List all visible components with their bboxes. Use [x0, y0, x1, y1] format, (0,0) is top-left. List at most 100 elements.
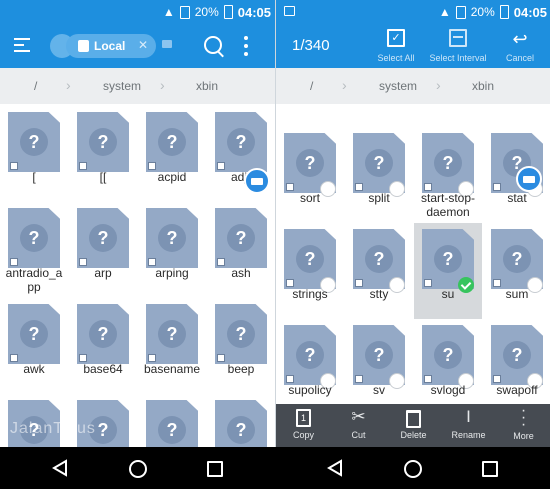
- file-item[interactable]: ? awk: [0, 298, 68, 394]
- breadcrumb-system[interactable]: system: [103, 79, 141, 93]
- clock: 04:05: [513, 4, 547, 20]
- clock: 04:05: [237, 4, 271, 20]
- file-name: stat: [507, 191, 527, 205]
- file-item[interactable]: ? arp: [69, 202, 137, 298]
- more-button[interactable]: · · · More: [496, 403, 550, 442]
- unknown-file-icon: ?: [8, 208, 60, 268]
- battery-icon: [499, 5, 509, 19]
- file-item[interactable]: ? basename: [138, 298, 206, 394]
- keyboard-overlay-icon[interactable]: [244, 168, 270, 194]
- unknown-file-icon: ?: [77, 208, 129, 268]
- file-item[interactable]: ?: [138, 394, 206, 447]
- right-pane: ▲ 20% 04:05 1/340 ✓ Select All Select In…: [275, 0, 550, 447]
- file-name: arp: [94, 266, 112, 280]
- file-item-selected[interactable]: ? su: [414, 223, 482, 319]
- text-cursor-icon: I: [466, 407, 471, 426]
- unknown-file-icon: ?: [146, 304, 198, 364]
- file-item[interactable]: ? swapoff: [483, 319, 550, 415]
- file-item[interactable]: ? svlogd: [414, 319, 482, 415]
- cancel-button[interactable]: ↩ Cancel: [485, 26, 550, 63]
- file-name: awk: [23, 362, 45, 376]
- wifi-icon: ▲: [438, 5, 451, 19]
- file-item[interactable]: ? sort: [276, 127, 344, 223]
- recent-apps-icon[interactable]: [207, 461, 223, 477]
- selection-count: 1/340: [292, 37, 330, 54]
- file-name: stty: [369, 287, 389, 301]
- unknown-file-icon: ?: [77, 112, 129, 172]
- search-icon[interactable]: [204, 36, 222, 54]
- unknown-file-icon: ?: [8, 304, 60, 364]
- watermark: JalanTikus: [10, 420, 96, 437]
- file-name: start-stop- daemon: [414, 191, 482, 219]
- file-item[interactable]: ? split: [345, 127, 413, 223]
- home-icon[interactable]: [129, 460, 147, 478]
- home-icon[interactable]: [404, 460, 422, 478]
- gallery-notification-icon: [284, 6, 295, 16]
- sim-icon: [179, 5, 190, 19]
- unknown-file-icon: ?: [146, 208, 198, 268]
- file-item[interactable]: ? antradio_a pp: [0, 202, 68, 298]
- file-item[interactable]: ? beep: [207, 298, 275, 394]
- app-bar: Local ✕: [0, 24, 275, 68]
- file-item[interactable]: ? [: [0, 106, 68, 202]
- file-item[interactable]: ? arping: [138, 202, 206, 298]
- file-name: beep: [227, 362, 255, 376]
- battery-percent: 20%: [470, 5, 495, 19]
- system-nav-bar: [0, 447, 550, 489]
- bottom-action-bar: 1 Copy ✂ Cut Delete I Rename · · · More: [276, 403, 550, 447]
- file-item[interactable]: ? start-stop- daemon: [414, 127, 482, 223]
- file-name: svlogd: [430, 383, 466, 397]
- file-item[interactable]: ? base64: [69, 298, 137, 394]
- cut-label: Cut: [351, 430, 366, 440]
- breadcrumb-xbin[interactable]: xbin: [472, 79, 494, 93]
- close-tab-icon[interactable]: ✕: [138, 38, 148, 52]
- file-name: split: [368, 191, 390, 205]
- unknown-file-icon: ?: [215, 112, 267, 172]
- file-name: [: [32, 170, 36, 184]
- chevron-right-icon: ›: [160, 77, 165, 93]
- unknown-file-icon: ?: [215, 400, 267, 447]
- file-name: antradio_a pp: [0, 266, 68, 294]
- breadcrumb-root[interactable]: /: [310, 79, 313, 93]
- file-name-line: pp: [27, 280, 41, 294]
- file-item[interactable]: ? [[: [69, 106, 137, 202]
- file-item[interactable]: ? strings: [276, 223, 344, 319]
- file-name: [[: [99, 170, 107, 184]
- file-item[interactable]: ? sv: [345, 319, 413, 415]
- recent-apps-icon[interactable]: [482, 461, 498, 477]
- more-options-icon[interactable]: [244, 36, 248, 56]
- cut-button[interactable]: ✂ Cut: [331, 406, 386, 440]
- copy-button[interactable]: 1 Copy: [276, 406, 331, 440]
- file-item[interactable]: ?: [207, 394, 275, 447]
- menu-icon[interactable]: [14, 38, 34, 54]
- scissors-icon: ✂: [351, 407, 366, 426]
- tab-local[interactable]: Local ✕: [66, 34, 156, 58]
- select-all-label: Select All: [377, 53, 415, 63]
- file-item[interactable]: ? acpid: [138, 106, 206, 202]
- file-item[interactable]: ? stty: [345, 223, 413, 319]
- file-item[interactable]: ? ash: [207, 202, 275, 298]
- file-name: acpid: [157, 170, 187, 184]
- delete-button[interactable]: Delete: [386, 406, 441, 440]
- status-bar: ▲ 20% 04:05: [0, 0, 275, 24]
- trash-icon: [386, 406, 441, 428]
- breadcrumb-root[interactable]: /: [34, 79, 37, 93]
- select-all-button[interactable]: ✓ Select All: [361, 26, 431, 63]
- rename-button[interactable]: I Rename: [441, 406, 496, 440]
- file-name: supolicy: [288, 383, 332, 397]
- select-interval-button[interactable]: Select Interval: [423, 26, 493, 63]
- file-name-line: antradio_a: [5, 266, 63, 280]
- file-item[interactable]: ? supolicy: [276, 319, 344, 415]
- back-icon[interactable]: [52, 459, 68, 477]
- file-item[interactable]: ? sum: [483, 223, 550, 319]
- file-name: sv: [373, 383, 385, 397]
- breadcrumb-system[interactable]: system: [379, 79, 417, 93]
- breadcrumb-xbin[interactable]: xbin: [196, 79, 218, 93]
- unknown-file-icon: ?: [215, 208, 267, 268]
- chevron-right-icon: ›: [342, 77, 347, 93]
- file-name-line: start-stop-: [420, 191, 475, 205]
- unknown-file-icon: ?: [8, 112, 60, 172]
- back-icon[interactable]: [327, 459, 343, 477]
- window-icon[interactable]: [162, 40, 172, 48]
- keyboard-overlay-icon[interactable]: [516, 166, 542, 192]
